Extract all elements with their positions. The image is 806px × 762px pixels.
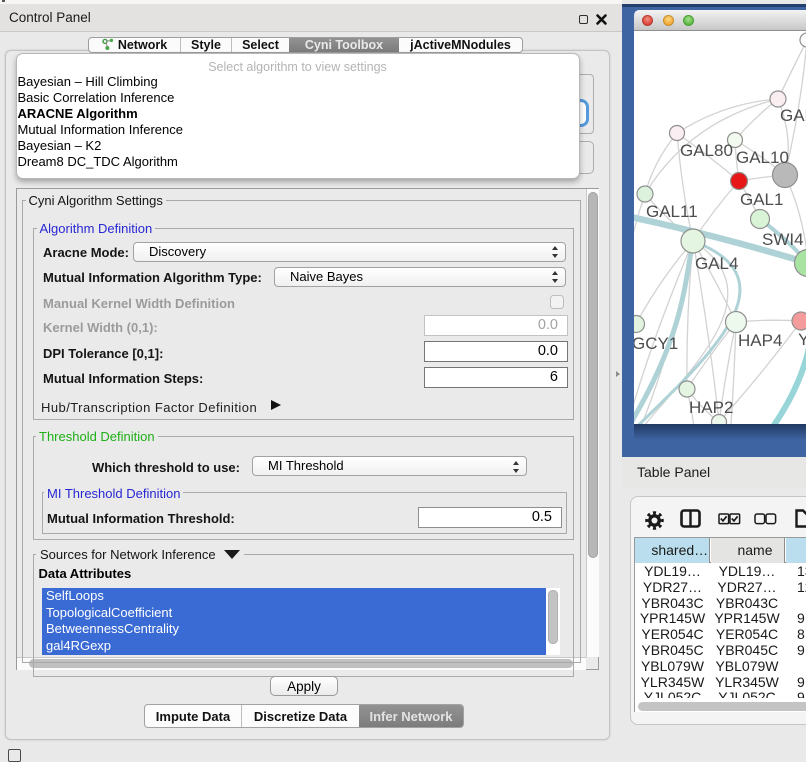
svg-text:GCY1: GCY1 [634, 334, 678, 353]
svg-text:GAL11: GAL11 [646, 202, 698, 221]
svg-text:GAL2: GAL2 [780, 106, 806, 125]
svg-text:GAL10: GAL10 [736, 148, 789, 167]
svg-text:GAL4: GAL4 [695, 254, 738, 273]
svg-text:HAP2: HAP2 [689, 398, 733, 417]
svg-text:HAP4: HAP4 [738, 331, 782, 350]
svg-text:SWI4: SWI4 [762, 230, 804, 249]
svg-text:GAL1: GAL1 [740, 190, 783, 209]
svg-text:YM: YM [798, 330, 806, 349]
svg-text:GAL80: GAL80 [680, 141, 733, 160]
